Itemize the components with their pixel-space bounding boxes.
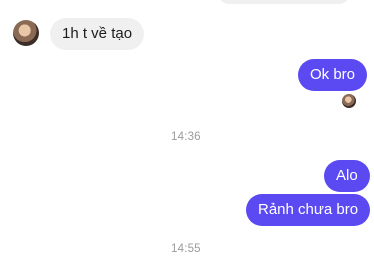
outgoing-message-bubble[interactable]: Ok bro — [298, 59, 368, 91]
outgoing-message-bubble[interactable]: Rảnh chưa bro — [246, 194, 371, 226]
previous-message-bubble[interactable] — [218, 0, 350, 4]
message-text: 1h t về tạo — [62, 25, 133, 42]
timestamp-divider: 14:36 — [171, 131, 201, 143]
read-receipt-avatar-icon — [342, 94, 356, 108]
incoming-message-bubble[interactable]: 1h t về tạo — [50, 18, 145, 50]
message-thread: 1h t về tạo Ok bro 14:36 Alo Rảnh chưa b… — [0, 0, 374, 257]
outgoing-message-bubble[interactable]: Alo — [324, 160, 370, 192]
message-text: Alo — [336, 167, 358, 184]
timestamp-divider: 14:55 — [171, 243, 201, 255]
message-text: Ok bro — [310, 66, 356, 83]
message-text: Rảnh chưa bro — [258, 201, 359, 218]
contact-avatar-icon[interactable] — [13, 20, 39, 46]
